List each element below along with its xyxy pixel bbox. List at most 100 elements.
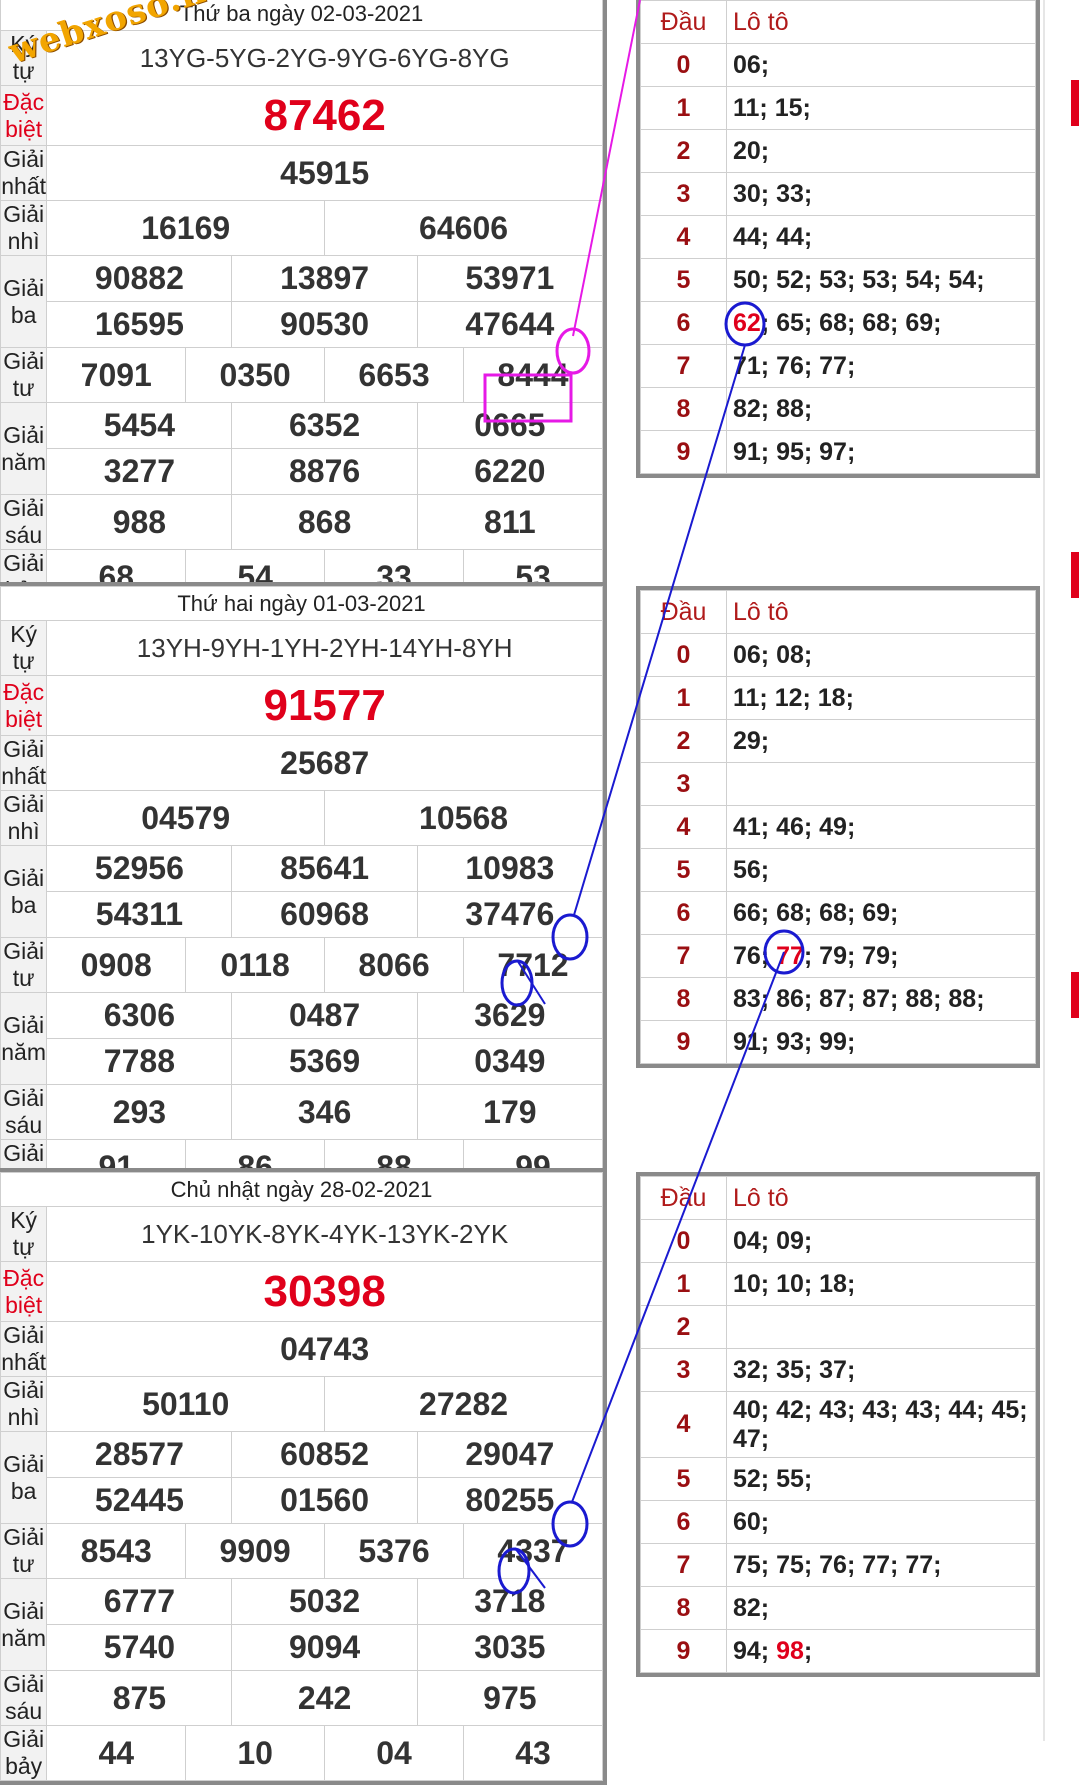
prize-number: 0665 <box>416 402 604 449</box>
prize-number: 6777 <box>46 1578 233 1625</box>
dau-digit: 4 <box>640 215 727 259</box>
prize-number: 868 <box>231 494 418 550</box>
prize-label: Giải năm <box>0 992 48 1085</box>
loto-text: 60; <box>733 1507 770 1536</box>
dau-digit: 7 <box>640 344 727 388</box>
dau-digit: 2 <box>640 129 727 173</box>
loto-values: 50; 52; 53; 53; 54; 54; <box>726 258 1036 302</box>
prize-number: 975 <box>416 1670 604 1726</box>
loto-text: 82; <box>733 1593 770 1622</box>
prize-label: Giải sáu <box>0 1084 48 1140</box>
dau-digit: 6 <box>640 891 727 935</box>
loto-values: 06; 08; <box>726 633 1036 677</box>
side-tab-marker[interactable] <box>1071 552 1079 598</box>
loto-values: 41; 46; 49; <box>726 805 1036 849</box>
kytu-label: Ký tự <box>0 620 48 676</box>
prize-number: 80255 <box>416 1477 604 1524</box>
prize-number: 29047 <box>416 1431 604 1478</box>
loto-highlight: 98 <box>776 1636 804 1665</box>
prize-number: 7091 <box>46 347 187 403</box>
dau-digit: 9 <box>640 1020 727 1064</box>
prize-number: 3718 <box>416 1578 604 1625</box>
prize-number: 3629 <box>416 992 604 1039</box>
loto-text: 20; <box>733 136 770 165</box>
loto-highlight: 77 <box>776 941 804 970</box>
prize-label: Giải sáu <box>0 494 48 550</box>
loto-highlight: 62 <box>733 308 761 337</box>
loto-text: 82; 88; <box>733 394 813 423</box>
loto-values: 75; 75; 76; 77; 77; <box>726 1543 1036 1587</box>
loto-values: 11; 15; <box>726 86 1036 130</box>
dau-digit: 8 <box>640 387 727 431</box>
prize-number: 10568 <box>324 790 603 846</box>
prize-label: Đặc biệt <box>0 675 48 736</box>
loto-text: 10; 10; 18; <box>733 1269 856 1298</box>
prize-label: Giải tư <box>0 1523 48 1579</box>
prize-number: 10 <box>185 1725 326 1781</box>
prize-number: 5454 <box>46 402 233 449</box>
prize-number: 0350 <box>185 347 326 403</box>
prize-number: 5369 <box>231 1038 418 1085</box>
side-tab-marker[interactable] <box>1071 80 1079 126</box>
prize-label: Đặc biệt <box>0 1261 48 1322</box>
loto-values: 29; <box>726 719 1036 763</box>
dau-digit: 4 <box>640 1391 727 1458</box>
prize-label: Giải nhất <box>0 1321 48 1377</box>
loto-values: 52; 55; <box>726 1457 1036 1501</box>
loto-values: 11; 12; 18; <box>726 676 1036 720</box>
loto-values: 10; 10; 18; <box>726 1262 1036 1306</box>
dau-digit: 6 <box>640 301 727 345</box>
loto-values: 82; <box>726 1586 1036 1630</box>
dau-digit: 7 <box>640 934 727 978</box>
loto-text: 76; <box>733 941 777 970</box>
loto-values: 71; 76; 77; <box>726 344 1036 388</box>
prize-number: 52445 <box>46 1477 233 1524</box>
prize-number: 5376 <box>324 1523 464 1579</box>
prize-label: Giải nhất <box>0 735 48 791</box>
loto-text: 91; 95; 97; <box>733 437 856 466</box>
loto-header: Lô tô <box>726 0 1036 44</box>
prize-label: Giải nhì <box>0 790 48 846</box>
loto-text: 75; 75; 76; 77; 77; <box>733 1550 942 1579</box>
dau-digit: 6 <box>640 1500 727 1544</box>
prize-number: 0118 <box>185 937 326 993</box>
prize-number: 4337 <box>462 1523 604 1579</box>
prize-number: 04743 <box>46 1321 603 1377</box>
prize-number: 13897 <box>231 255 418 302</box>
kytu-label: Ký tự <box>0 1206 48 1262</box>
dau-digit: 4 <box>640 805 727 849</box>
prize-number: 3035 <box>416 1624 604 1671</box>
prize-label: Giải sáu <box>0 1670 48 1726</box>
loto-values: 04; 09; <box>726 1219 1036 1263</box>
prize-number: 85641 <box>231 845 418 892</box>
dau-header: Đầu <box>640 0 727 44</box>
result-table: Thứ hai ngày 01-03-2021 Ký tự 13YH-9YH-1YH… <box>0 582 607 1199</box>
prize-number: 7788 <box>46 1038 233 1085</box>
loto-text: 06; 08; <box>733 640 813 669</box>
prize-label: Giải tư <box>0 937 48 993</box>
prize-number: 60968 <box>231 891 418 938</box>
dau-digit: 8 <box>640 977 727 1021</box>
dau-digit: 5 <box>640 258 727 302</box>
loto-text: 71; 76; 77; <box>733 351 856 380</box>
dau-digit: 0 <box>640 633 727 677</box>
loto-text: 41; 46; 49; <box>733 812 856 841</box>
prize-number: 04579 <box>46 790 326 846</box>
loto-text: 32; 35; 37; <box>733 1355 856 1384</box>
loto-text: 04; 09; <box>733 1226 813 1255</box>
prize-number: 8543 <box>46 1523 187 1579</box>
side-tab-marker[interactable] <box>1071 972 1079 1018</box>
loto-table: Đầu Lô tô 0 06; 08; 1 11; 12; 18; 2 29; 3 4 41; 46… <box>636 586 1040 1068</box>
loto-values: 20; <box>726 129 1036 173</box>
loto-values: 44; 44; <box>726 215 1036 259</box>
prize-number: 52956 <box>46 845 233 892</box>
prize-number: 7712 <box>462 937 604 993</box>
loto-text: 29; <box>733 726 770 755</box>
loto-values: 62; 65; 68; 68; 69; <box>726 301 1036 345</box>
prize-number: 179 <box>416 1084 604 1140</box>
dau-digit: 0 <box>640 1219 727 1263</box>
prize-number: 43 <box>462 1725 604 1781</box>
prize-number: 293 <box>46 1084 233 1140</box>
prize-number: 8066 <box>324 937 464 993</box>
prize-number: 53971 <box>416 255 604 302</box>
